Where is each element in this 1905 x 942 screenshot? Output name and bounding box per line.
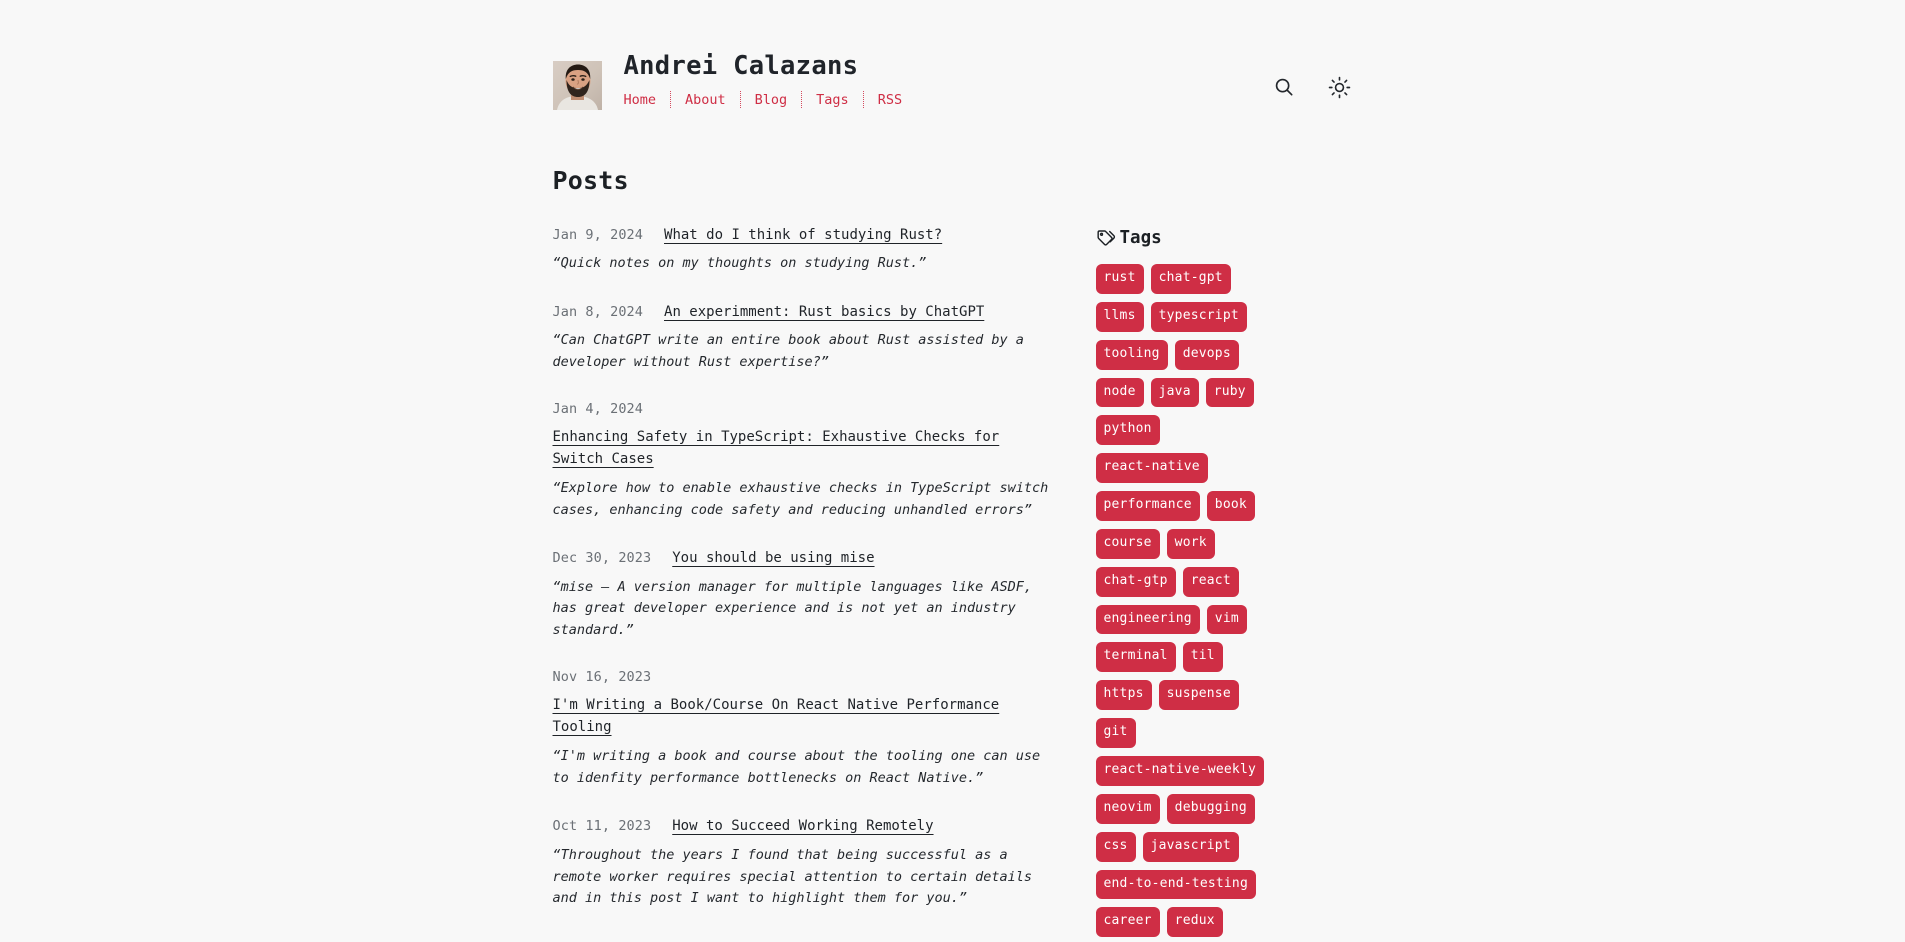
tag-pill[interactable]: book: [1206, 491, 1255, 521]
post-title-link[interactable]: What do I think of studying Rust?: [664, 225, 942, 246]
tag-pill[interactable]: https: [1095, 680, 1152, 711]
site-title: Andrei Calazans: [623, 51, 859, 81]
post-head: Jan 4, 2024 Enhancing Safety in TypeScrip…: [553, 401, 1058, 471]
nav-divider: [670, 91, 672, 109]
tag-pill[interactable]: neovim: [1095, 793, 1160, 824]
main-nav: Home About Blog Tags RSS: [624, 91, 902, 109]
post-description: “Can ChatGPT write an entire book about …: [552, 332, 1024, 371]
post-title-link[interactable]: An experimment: Rust basics by ChatGPT: [664, 302, 984, 323]
post-item: Oct 11, 2023 How to Succeed Working Remot…: [553, 816, 1058, 910]
page-root: Andrei Calazans Home About Blog Tags RSS: [0, 0, 1905, 942]
nav-item-home[interactable]: Home: [624, 92, 657, 108]
tag-pill[interactable]: ruby: [1205, 377, 1254, 408]
search-button[interactable]: [1271, 74, 1297, 100]
nav-divider: [862, 91, 864, 109]
tag-pill[interactable]: redux: [1166, 907, 1223, 938]
tag-pill[interactable]: java: [1150, 377, 1199, 408]
post-title-link[interactable]: Enhancing Safety in TypeScript: Exhausti…: [553, 429, 1000, 467]
post-head: Jan 9, 2024 What do I think of studying R…: [553, 225, 1058, 246]
post-date: Jan 8, 2024: [552, 304, 644, 321]
tag-pill[interactable]: chat-gpt: [1150, 264, 1231, 294]
tag-pill[interactable]: react-native-weekly: [1095, 755, 1265, 786]
tags-heading: Tags: [1096, 228, 1268, 248]
tags-sidebar: Tags rust chat-gpt llms typescript tooling de…: [1095, 225, 1268, 938]
tag-pill[interactable]: work: [1166, 528, 1215, 559]
post-head: Jan 8, 2024 An experimment: Rust basics b…: [553, 302, 1058, 323]
tag-pill[interactable]: git: [1095, 718, 1136, 748]
tag-pill[interactable]: course: [1095, 528, 1160, 559]
tag-pill[interactable]: engineering: [1095, 604, 1200, 635]
tag-pill[interactable]: end-to-end-testing: [1095, 869, 1256, 900]
tag-pill[interactable]: performance: [1095, 491, 1200, 521]
post-item: Jan 8, 2024 An experimment: Rust basics b…: [553, 302, 1058, 374]
tag-pill[interactable]: chat-gtp: [1095, 566, 1176, 597]
post-head: Oct 11, 2023 How to Succeed Working Remot…: [553, 816, 1058, 837]
post-item: Dec 30, 2023 You should be using mise “mis…: [553, 548, 1058, 642]
post-description: “Explore how to enable exhaustive checks…: [552, 479, 1049, 518]
tag-list: rust chat-gpt llms typescript tooling devops n…: [1095, 264, 1268, 938]
site-header: Andrei Calazans Home About Blog Tags RSS: [0, 0, 1905, 110]
tag-pill[interactable]: typescript: [1150, 301, 1247, 332]
avatar: [552, 61, 602, 110]
post-item: Nov 16, 2023 I'm Writing a Book/Course On…: [553, 669, 1058, 789]
post-date: Jan 4, 2024: [552, 401, 644, 418]
tag-pill[interactable]: terminal: [1095, 642, 1176, 673]
sun-icon: [1328, 76, 1351, 99]
post-description: “Throughout the years I found that being…: [552, 846, 1033, 907]
tag-pill[interactable]: vim: [1206, 604, 1247, 635]
nav-divider: [739, 91, 741, 109]
post-title-link[interactable]: How to Succeed Working Remotely: [672, 816, 933, 837]
post-item: Jan 9, 2024 What do I think of studying R…: [553, 225, 1058, 275]
tag-pill[interactable]: debugging: [1166, 793, 1255, 824]
post-description: “mise — A version manager for multiple l…: [552, 578, 1033, 639]
nav-item-rss[interactable]: RSS: [878, 92, 902, 108]
tag-pill[interactable]: css: [1095, 831, 1136, 862]
posts-list: Jan 9, 2024 What do I think of studying R…: [553, 225, 1058, 937]
tag-pill[interactable]: career: [1095, 907, 1160, 938]
tag-pill[interactable]: til: [1182, 642, 1223, 673]
post-description: “Quick notes on my thoughts on studying …: [552, 255, 927, 272]
tags-heading-label: Tags: [1119, 228, 1162, 248]
post-head: Dec 30, 2023 You should be using mise: [553, 548, 1058, 569]
post-title-link[interactable]: I'm Writing a Book/Course On React Nativ…: [553, 697, 1000, 735]
post-date: Jan 9, 2024: [552, 227, 644, 243]
post-date: Dec 30, 2023: [552, 550, 652, 567]
tag-pill[interactable]: python: [1095, 415, 1160, 446]
nav-item-tags[interactable]: Tags: [816, 92, 849, 108]
main-content: Posts Jan 9, 2024 What do I think of stud…: [552, 166, 1353, 938]
tag-pill[interactable]: node: [1095, 377, 1144, 408]
tag-pill[interactable]: react-native: [1095, 453, 1208, 484]
tag-pill[interactable]: tooling: [1095, 339, 1168, 370]
search-icon: [1273, 76, 1295, 98]
tag-pill[interactable]: javascript: [1142, 831, 1239, 862]
post-item: Jan 4, 2024 Enhancing Safety in TypeScrip…: [553, 401, 1058, 521]
nav-item-blog[interactable]: Blog: [755, 92, 788, 108]
tag-pill[interactable]: react: [1182, 566, 1239, 597]
nav-divider: [801, 91, 803, 109]
post-description: “I'm writing a book and course about the…: [552, 747, 1041, 786]
tag-pill[interactable]: rust: [1095, 264, 1144, 294]
theme-toggle-button[interactable]: [1327, 74, 1353, 100]
brand: Andrei Calazans Home About Blog Tags RSS: [552, 51, 902, 110]
post-date: Nov 16, 2023: [552, 669, 652, 686]
nav-item-about[interactable]: About: [685, 92, 726, 108]
post-date: Oct 11, 2023: [552, 818, 652, 835]
tag-pill[interactable]: devops: [1174, 339, 1239, 370]
tag-pill[interactable]: llms: [1095, 301, 1144, 332]
tags-icon: [1096, 228, 1116, 248]
post-title-link[interactable]: You should be using mise: [672, 548, 874, 569]
header-actions: [1271, 74, 1353, 100]
page-title: Posts: [552, 166, 629, 195]
tag-pill[interactable]: suspense: [1158, 680, 1239, 711]
post-head: Nov 16, 2023 I'm Writing a Book/Course On…: [553, 669, 1058, 739]
